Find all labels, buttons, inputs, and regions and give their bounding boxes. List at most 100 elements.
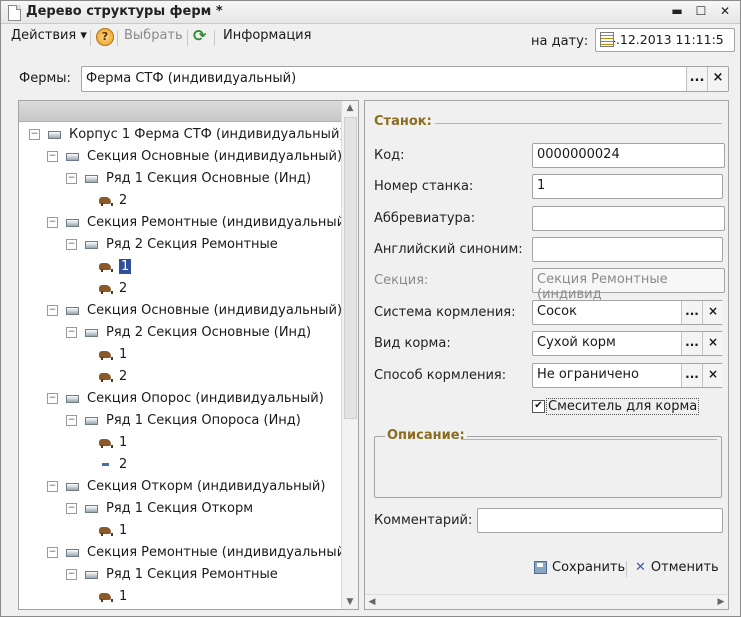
group-icon: [66, 218, 79, 227]
section-field: Секция Ремонтные (индивид: [532, 268, 725, 302]
feed-type-clear-button[interactable]: ×: [702, 332, 723, 355]
minimize-button[interactable]: ▬: [669, 4, 685, 19]
tree-label: 2: [119, 369, 128, 384]
collapse-toggle-icon[interactable]: −: [66, 569, 77, 580]
collapse-toggle-icon[interactable]: −: [66, 173, 77, 184]
tree-leaf[interactable]: 2: [99, 281, 127, 301]
tree-node[interactable]: − Ряд 2 Секция Основные (Инд): [66, 325, 311, 345]
mixer-checkbox[interactable]: ✔: [532, 400, 545, 413]
feed-type-label: Вид корма:: [374, 336, 451, 351]
group-icon: [66, 482, 79, 491]
feed-method-clear-button[interactable]: ×: [702, 364, 723, 387]
info-button[interactable]: Информация: [223, 28, 311, 43]
collapse-toggle-icon[interactable]: −: [47, 481, 58, 492]
collapse-toggle-icon[interactable]: −: [66, 503, 77, 514]
animal-icon: [99, 284, 113, 294]
comment-field[interactable]: [477, 508, 723, 533]
feed-type-field[interactable]: Сухой корм ... ×: [532, 331, 723, 356]
help-icon[interactable]: ?: [96, 28, 114, 46]
tree-label: Ряд 1 Секция Откорм: [106, 501, 254, 516]
refresh-icon[interactable]: ⟳: [193, 26, 206, 45]
tree-node[interactable]: − Ряд 1 Секция Ремонтные: [66, 567, 278, 587]
collapse-toggle-icon[interactable]: −: [47, 305, 58, 316]
tree-leaf[interactable]: 1: [99, 523, 127, 543]
tree-node[interactable]: − Корпус 1 Ферма СТФ (индивидуальный): [29, 127, 344, 147]
save-button[interactable]: Сохранить: [534, 560, 625, 575]
group-icon: [66, 394, 79, 403]
tree-node[interactable]: − Секция Основные (индивидуальный): [47, 149, 342, 169]
number-field[interactable]: 1: [532, 174, 723, 199]
tree-node[interactable]: − Ряд 2 Секция Ремонтные: [66, 237, 278, 257]
tree-node[interactable]: − Ряд 1 Секция Опороса (Инд): [66, 413, 301, 433]
close-button[interactable]: ✕: [717, 4, 733, 19]
scroll-up-icon[interactable]: ▲: [342, 101, 358, 115]
actions-menu[interactable]: Действия ▾: [11, 28, 87, 43]
abbr-field[interactable]: [532, 206, 725, 231]
tree-label: 2: [119, 193, 128, 208]
toolbar: Действия ▾ ? Выбрать ⟳ Информация на дат…: [1, 24, 740, 58]
form-scrollbar[interactable]: ◀ ▶: [365, 594, 728, 609]
code-field[interactable]: 0000000024: [532, 143, 725, 168]
eng-synonym-field[interactable]: [532, 237, 723, 262]
tree-leaf[interactable]: 1: [99, 347, 127, 367]
mixer-label[interactable]: Смеситель для корма: [546, 398, 700, 415]
tree-node[interactable]: − Секция Откорм (индивидуальный): [47, 479, 325, 499]
tree-node[interactable]: − Секция Опорос (индивидуальный): [47, 391, 324, 411]
collapse-toggle-icon[interactable]: −: [66, 239, 77, 250]
tree-leaf[interactable]: 2: [99, 369, 127, 389]
animal-icon: [99, 526, 113, 536]
scroll-down-icon[interactable]: ▼: [342, 595, 358, 609]
collapse-toggle-icon[interactable]: −: [47, 547, 58, 558]
tree-node[interactable]: − Ряд 1 Секция Откорм: [66, 501, 253, 521]
tree-node[interactable]: − Секция Основные (индивидуальный): [47, 303, 342, 323]
divider: [461, 439, 717, 440]
tree-node[interactable]: − Ряд 1 Секция Основные (Инд): [66, 171, 311, 191]
window-title: Дерево структуры ферм *: [26, 4, 223, 19]
structure-tree[interactable]: − Корпус 1 Ферма СТФ (индивидуальный) − Сек…: [18, 100, 359, 610]
farm-field[interactable]: Ферма СТФ (индивидуальный) ... ×: [81, 66, 729, 92]
tree-scrollbar[interactable]: ▲ ▼: [341, 101, 358, 609]
feed-method-field[interactable]: Не ограничено ... ×: [532, 363, 723, 388]
tree-label: Ряд 1 Секция Ремонтные: [106, 567, 278, 582]
tree-leaf[interactable]: 1: [99, 589, 127, 609]
tree-leaf[interactable]: 2: [99, 457, 127, 477]
collapse-toggle-icon[interactable]: −: [29, 129, 40, 140]
feed-system-value: Сосок: [537, 304, 577, 319]
calendar-icon[interactable]: [600, 32, 614, 47]
scroll-right-icon[interactable]: ▶: [714, 595, 728, 609]
stall-group-title: Станок:: [374, 114, 432, 129]
farm-select-button[interactable]: ...: [686, 67, 707, 91]
farm-clear-button[interactable]: ×: [707, 67, 728, 91]
scroll-thumb[interactable]: [344, 117, 357, 419]
number-label: Номер станка:: [374, 179, 474, 194]
collapse-toggle-icon[interactable]: −: [66, 415, 77, 426]
collapse-toggle-icon[interactable]: −: [66, 327, 77, 338]
animal-icon: [99, 438, 113, 448]
tree-leaf[interactable]: 1: [99, 259, 132, 279]
maximize-button[interactable]: ☐: [693, 4, 709, 19]
tree-label: Ряд 1 Секция Основные (Инд): [106, 171, 312, 186]
collapse-toggle-icon[interactable]: −: [47, 393, 58, 404]
tree-node[interactable]: − Секция Ремонтные (индивидуальный): [47, 545, 350, 565]
tree-node[interactable]: − Секция Ремонтные (индивидуальный): [47, 215, 350, 235]
separator: [214, 30, 215, 46]
date-input[interactable]: 04.12.2013 11:11:5: [595, 28, 735, 52]
feed-system-clear-button[interactable]: ×: [702, 301, 723, 324]
collapse-toggle-icon[interactable]: −: [47, 151, 58, 162]
feed-system-field[interactable]: Сосок ... ×: [532, 300, 723, 325]
stall-form: Станок: Код: 0000000024 Номер станка: 1 …: [364, 100, 729, 610]
tree-label: Секция Откорм (индивидуальный): [87, 479, 326, 494]
section-value: Секция Ремонтные (индивид: [537, 272, 668, 302]
description-title: Описание:: [385, 428, 467, 443]
collapse-toggle-icon[interactable]: −: [47, 217, 58, 228]
tree-leaf[interactable]: 2: [99, 193, 127, 213]
feed-method-select-button[interactable]: ...: [681, 364, 702, 387]
tree-leaf[interactable]: 1: [99, 435, 127, 455]
select-button[interactable]: Выбрать: [124, 28, 183, 43]
feed-type-select-button[interactable]: ...: [681, 332, 702, 355]
tree-label: Секция Ремонтные (индивидуальный): [87, 545, 351, 560]
separator: [626, 561, 627, 577]
cancel-button[interactable]: ✕ Отменить: [635, 560, 719, 575]
scroll-left-icon[interactable]: ◀: [365, 595, 379, 609]
feed-system-select-button[interactable]: ...: [681, 301, 702, 324]
